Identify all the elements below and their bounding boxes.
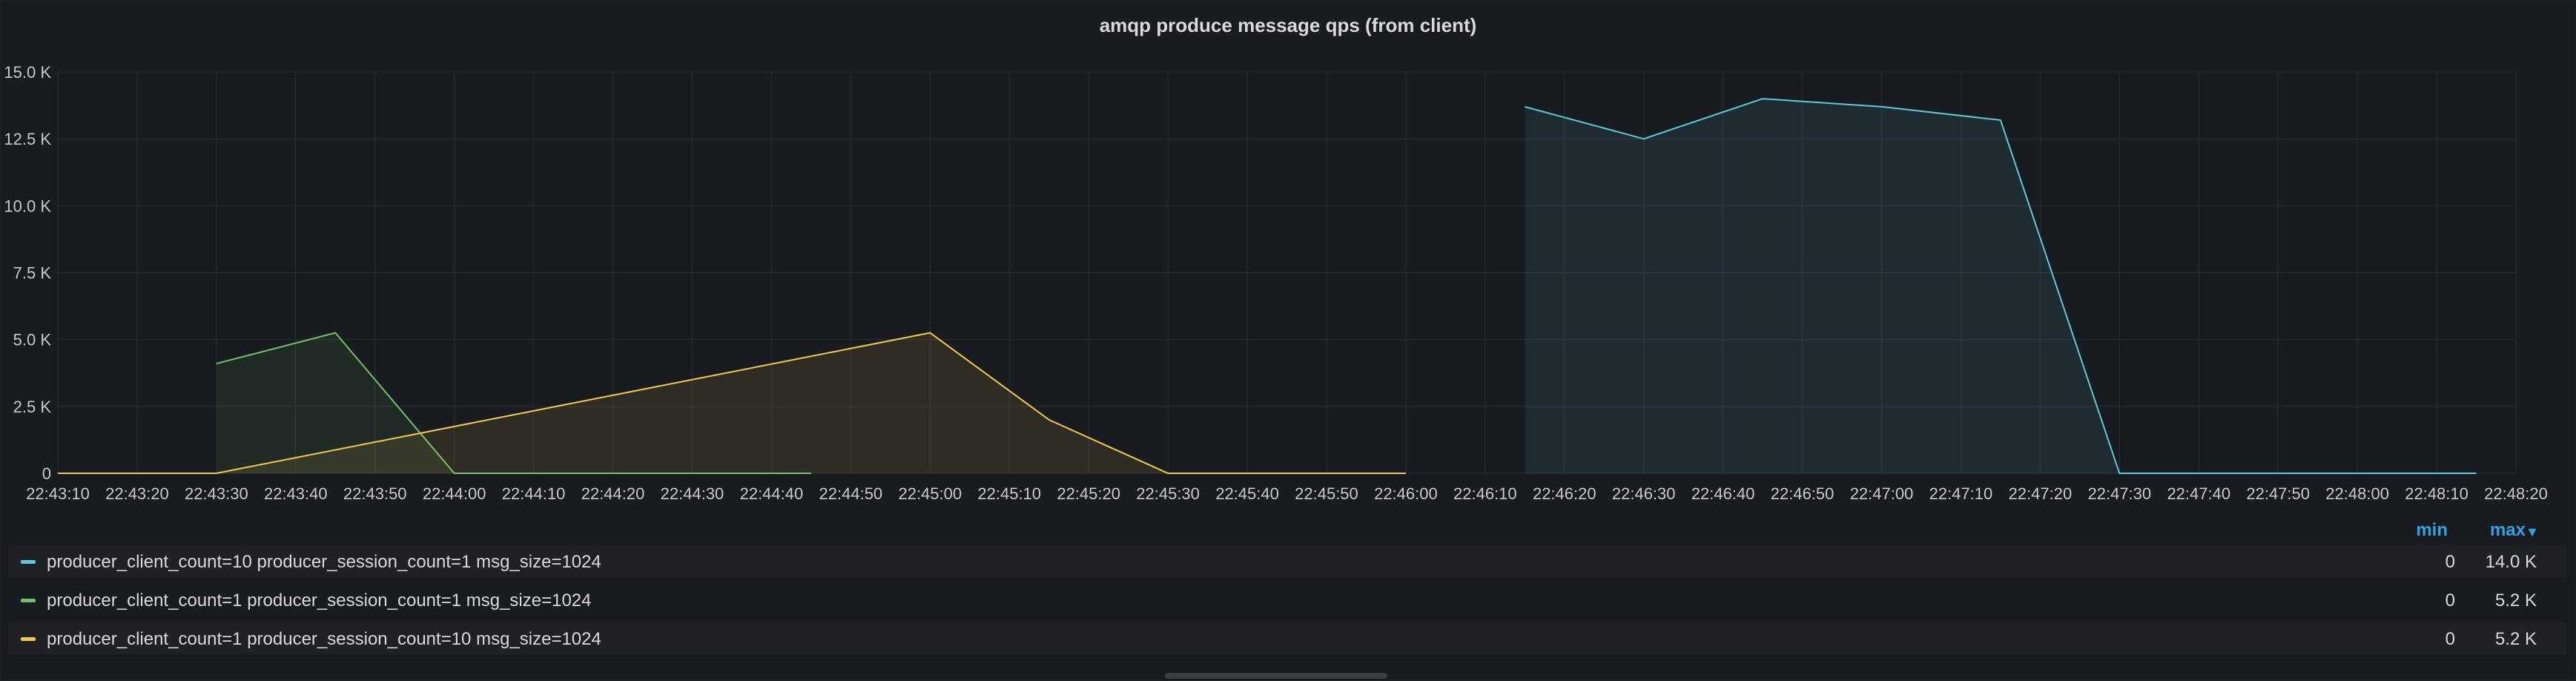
legend-item[interactable]: producer_client_count=10 producer_sessio… — [8, 545, 2566, 578]
x-tick-label: 22:44:40 — [740, 484, 804, 503]
x-tick-label: 22:43:20 — [105, 484, 169, 503]
x-tick-label: 22:46:10 — [1453, 484, 1517, 503]
x-tick-label: 22:45:40 — [1215, 484, 1279, 503]
legend-item-max: 14.0 K — [2485, 552, 2537, 572]
x-tick-label: 22:45:20 — [1057, 484, 1120, 503]
legend-item-label[interactable]: producer_client_count=1 producer_session… — [47, 590, 592, 611]
legend-header: min max ▼ — [1, 520, 2576, 542]
x-tick-label: 22:46:30 — [1612, 484, 1676, 503]
graph-panel: amqp produce message qps (from client) 0… — [0, 0, 2576, 681]
panel-resize-handle[interactable] — [1165, 673, 1387, 679]
x-tick-label: 22:43:30 — [185, 484, 248, 503]
legend-col-max[interactable]: max — [2470, 520, 2526, 541]
legend-item-min: 0 — [2445, 590, 2455, 611]
legend-col-min[interactable]: min — [2396, 520, 2448, 541]
x-tick-label: 22:44:10 — [502, 484, 566, 503]
x-tick-label: 22:47:40 — [2167, 484, 2230, 503]
x-tick-label: 22:43:50 — [343, 484, 407, 503]
x-tick-label: 22:45:00 — [898, 484, 962, 503]
x-tick-label: 22:43:10 — [26, 484, 90, 503]
x-tick-label: 22:44:20 — [581, 484, 645, 503]
x-tick-label: 22:45:50 — [1295, 484, 1358, 503]
y-tick-label: 15.0 K — [4, 63, 51, 82]
legend-item-min: 0 — [2445, 629, 2455, 649]
y-tick-label: 12.5 K — [4, 130, 51, 148]
x-tick-label: 22:45:30 — [1136, 484, 1200, 503]
y-tick-label: 7.5 K — [13, 264, 52, 283]
x-tick-label: 22:46:50 — [1771, 484, 1834, 503]
x-tick-label: 22:48:00 — [2325, 484, 2389, 503]
x-tick-label: 22:46:40 — [1691, 484, 1755, 503]
legend-item[interactable]: producer_client_count=1 producer_session… — [8, 622, 2566, 655]
x-tick-label: 22:47:10 — [1929, 484, 1993, 503]
chart-area: 0 2.5 K 5.0 K 7.5 K 10.0 K 12.5 K 15.0 K 22:43:… — [4, 63, 2548, 503]
legend-item-max: 5.2 K — [2494, 629, 2537, 649]
x-tick-label: 22:44:50 — [819, 484, 883, 503]
legend-item-min: 0 — [2445, 552, 2455, 572]
x-tick-label: 22:43:40 — [264, 484, 328, 503]
x-tick-label: 22:44:30 — [661, 484, 724, 503]
y-tick-label: 10.0 K — [4, 197, 51, 215]
x-tick-label: 22:45:10 — [977, 484, 1041, 503]
legend-item[interactable]: producer_client_count=1 producer_session… — [8, 584, 2566, 616]
legend-item-max: 5.2 K — [2494, 590, 2537, 611]
x-tick-label: 22:48:10 — [2405, 484, 2468, 503]
series-color-swatch[interactable] — [21, 637, 36, 641]
x-tick-label: 22:48:20 — [2484, 484, 2548, 503]
series-color-swatch[interactable] — [21, 599, 36, 602]
x-tick-label: 22:46:20 — [1533, 484, 1596, 503]
x-tick-label: 22:47:00 — [1850, 484, 1914, 503]
x-tick-label: 22:47:20 — [2009, 484, 2073, 503]
legend-item-label[interactable]: producer_client_count=10 producer_sessio… — [47, 552, 601, 573]
x-tick-label: 22:47:30 — [2088, 484, 2152, 503]
legend-item-label[interactable]: producer_client_count=1 producer_session… — [47, 629, 601, 650]
y-tick-label: 0 — [42, 464, 51, 483]
x-tick-label: 22:46:00 — [1374, 484, 1438, 503]
y-tick-label: 5.0 K — [13, 331, 52, 349]
y-tick-label: 2.5 K — [13, 398, 52, 416]
series-area — [1525, 99, 2477, 474]
x-tick-label: 22:47:50 — [2246, 484, 2310, 503]
series-color-swatch[interactable] — [21, 560, 36, 564]
x-tick-label: 22:44:00 — [423, 484, 486, 503]
caret-down-icon[interactable]: ▼ — [2526, 524, 2539, 540]
